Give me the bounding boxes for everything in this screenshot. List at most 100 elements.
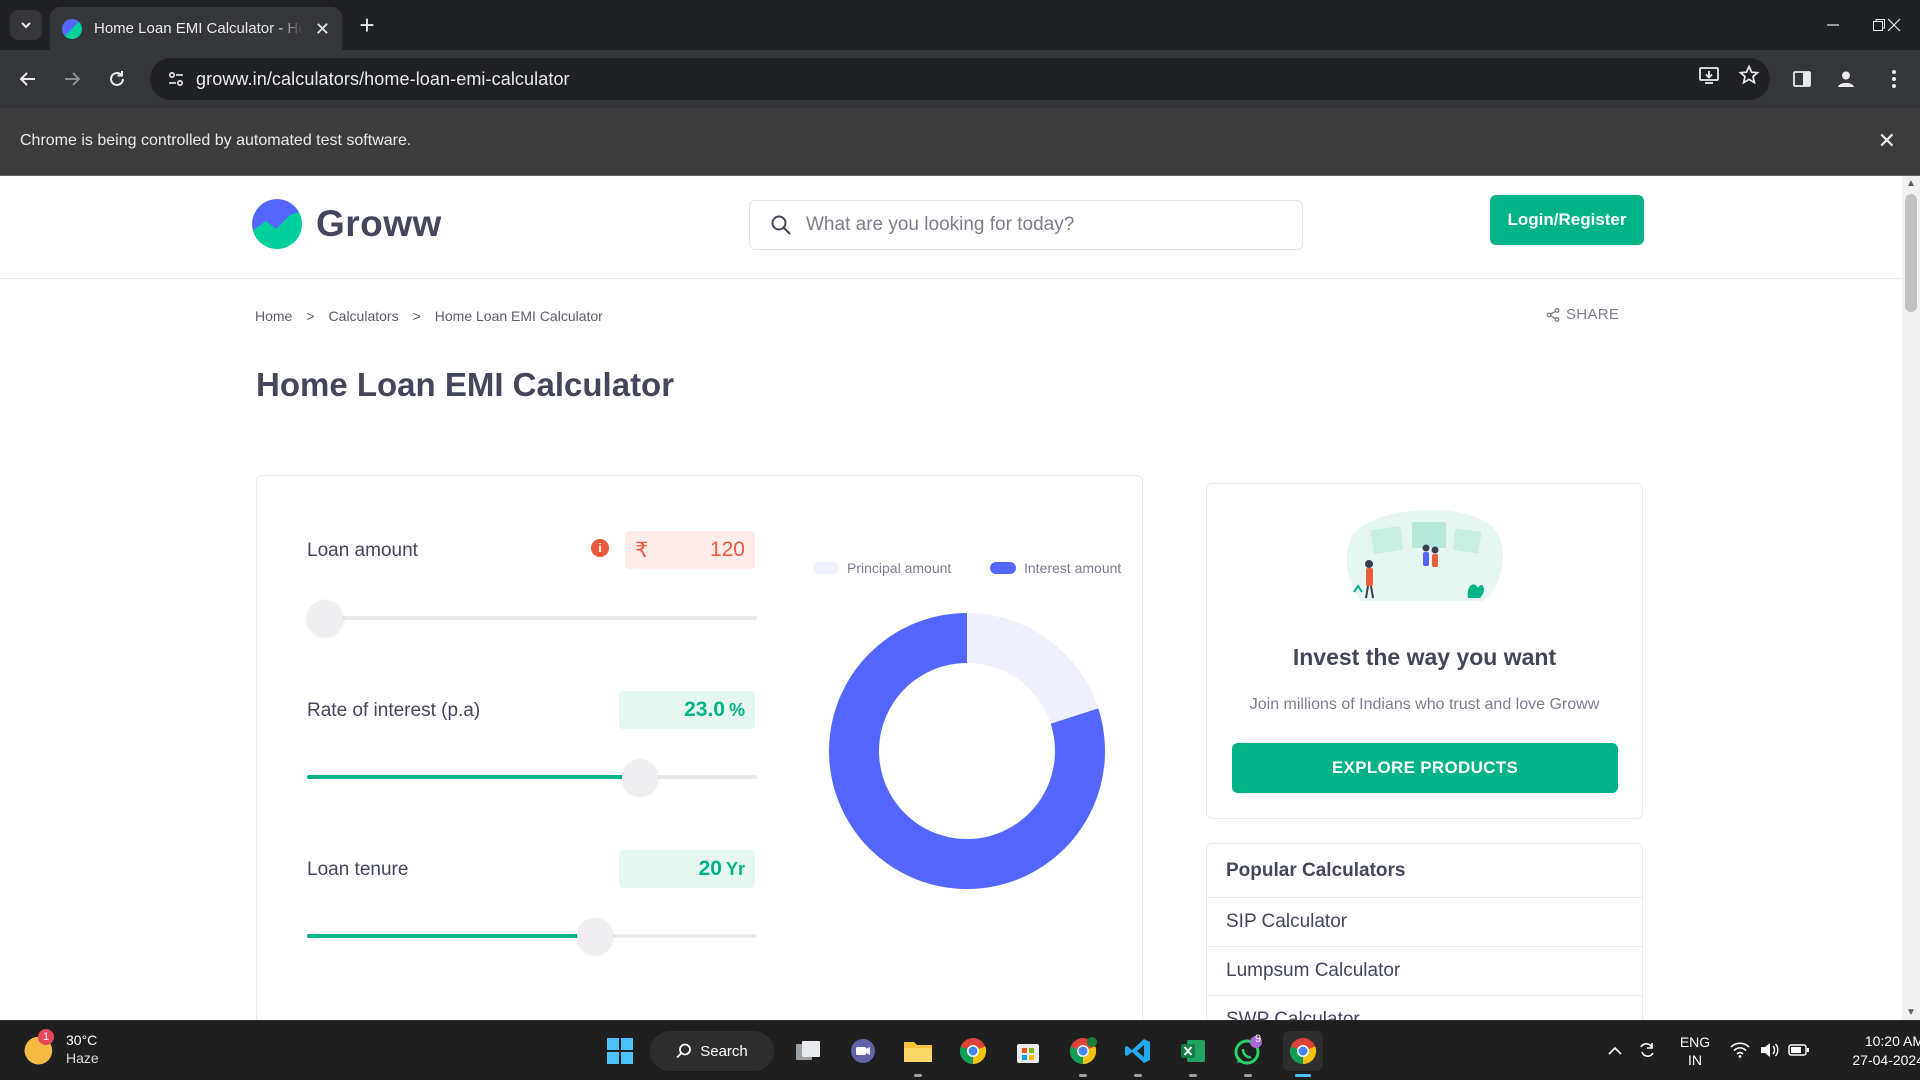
scroll-up-icon[interactable]: ▲ [1906, 178, 1916, 189]
site-info-icon[interactable] [156, 70, 196, 88]
chrome-active-app[interactable] [1283, 1031, 1323, 1077]
battery-icon[interactable] [1784, 1043, 1814, 1060]
tenure-slider[interactable] [307, 918, 757, 954]
reload-icon [110, 71, 124, 86]
taskbar-clock[interactable]: 10:20 AM 27-04-2024 [1814, 1032, 1920, 1070]
folder-icon [904, 1042, 932, 1062]
teams-app[interactable] [843, 1031, 883, 1071]
scroll-down-icon[interactable]: ▼ [1906, 1007, 1916, 1018]
tenure-value: 20 [698, 857, 722, 880]
weather-haze-icon: 1 [24, 1029, 56, 1065]
interest-input[interactable]: 23.0 % [619, 691, 755, 729]
sync-icon[interactable] [1630, 1040, 1664, 1063]
weather-widget[interactable]: 1 30°C Haze [24, 1029, 99, 1067]
file-explorer-app[interactable] [898, 1031, 938, 1077]
logo-text: Groww [316, 203, 442, 244]
groww-favicon-icon [62, 18, 82, 39]
popular-calculators-card: Popular Calculators SIP Calculator Lumps… [1206, 843, 1643, 1020]
side-panel-icon [1793, 71, 1811, 87]
chrome-icon [959, 1038, 987, 1065]
weather-condition: Haze [66, 1050, 99, 1066]
excel-app[interactable] [1173, 1031, 1213, 1077]
tenure-slider-fill [307, 934, 595, 938]
ms-store-app[interactable] [1008, 1031, 1048, 1071]
explore-products-button[interactable]: EXPLORE PRODUCTS [1232, 743, 1618, 793]
interest-label: Rate of interest (p.a) [307, 700, 481, 721]
reload-button[interactable] [101, 63, 133, 95]
back-button[interactable] [12, 63, 44, 95]
address-bar[interactable]: groww.in/calculators/home-loan-emi-calcu… [150, 58, 1770, 100]
running-indicator [1295, 1074, 1311, 1077]
bookmark-star-icon[interactable] [1738, 64, 1760, 92]
login-register-button[interactable]: Login/Register [1490, 195, 1644, 245]
running-indicator [1079, 1074, 1087, 1077]
windows-taskbar: 1 30°C Haze Search 9 ENG IN 10:20 AM 27-… [0, 1020, 1920, 1080]
volume-icon[interactable] [1754, 1042, 1784, 1061]
store-bag-icon [1017, 1044, 1039, 1063]
breadcrumb-calculators[interactable]: Calculators [329, 308, 399, 324]
search-icon [676, 1043, 692, 1059]
popular-item-lumpsum[interactable]: Lumpsum Calculator [1207, 947, 1642, 996]
vscode-app[interactable] [1118, 1031, 1158, 1077]
interest-slider-thumb[interactable] [622, 759, 658, 795]
breadcrumb-current: Home Loan EMI Calculator [434, 308, 603, 324]
infobar-message: Chrome is being controlled by automated … [20, 132, 412, 149]
tenure-slider-thumb[interactable] [577, 918, 613, 954]
tab-search-button[interactable] [10, 10, 42, 40]
side-panel-button[interactable] [1786, 63, 1818, 95]
minimize-icon [1827, 24, 1839, 26]
promo-subtitle: Join millions of Indians who trust and l… [1249, 696, 1600, 713]
breadcrumb-home[interactable]: Home [255, 308, 292, 324]
close-icon [1887, 18, 1901, 32]
legend-interest-swatch [990, 562, 1016, 574]
weather-temperature: 30°C [66, 1032, 98, 1048]
chevron-down-icon [21, 22, 31, 29]
loan-amount-input[interactable]: ₹ 120 [625, 531, 755, 569]
popular-item-sip[interactable]: SIP Calculator [1207, 898, 1642, 947]
interest-slider-fill [307, 775, 640, 779]
lang-top: ENG [1679, 1034, 1711, 1050]
loan-amount-slider[interactable] [307, 600, 757, 636]
tenure-unit: Yr [725, 858, 745, 879]
taskbar-search-button[interactable]: Search [650, 1031, 774, 1071]
browser-tab-active[interactable]: Home Loan EMI Calculator - Home Loan EMI… [50, 7, 342, 50]
search-input[interactable] [806, 214, 1276, 236]
start-button[interactable] [600, 1031, 640, 1071]
site-search[interactable] [749, 200, 1303, 250]
language-indicator[interactable]: ENG IN [1664, 1033, 1726, 1069]
profile-button[interactable] [1830, 63, 1862, 95]
popular-item-swp[interactable]: SWP Calculator [1207, 996, 1642, 1020]
wifi-icon[interactable] [1726, 1041, 1754, 1061]
tenure-input[interactable]: 20 Yr [619, 850, 755, 888]
excel-icon [1181, 1040, 1205, 1062]
groww-logo[interactable]: Groww [252, 199, 442, 249]
infobar-close-icon[interactable]: ✕ [1878, 128, 1896, 154]
taskbar-search-label: Search [700, 1042, 748, 1060]
whatsapp-app[interactable]: 9 [1228, 1031, 1268, 1077]
share-button[interactable]: SHARE [1546, 306, 1619, 323]
tray-overflow-chevron-icon[interactable] [1600, 1043, 1630, 1059]
chrome-profile-app[interactable] [1063, 1031, 1103, 1077]
new-tab-button[interactable]: + [352, 10, 382, 40]
chrome-app[interactable] [953, 1031, 993, 1071]
taskview-button[interactable] [788, 1031, 828, 1071]
page-viewport: Groww Login/Register Home > Calculators … [0, 176, 1920, 1020]
loan-amount-slider-thumb[interactable] [307, 600, 343, 636]
forward-button[interactable] [56, 63, 88, 95]
legend-principal: Principal amount [813, 560, 951, 576]
browser-menu-button[interactable] [1878, 63, 1910, 95]
vscode-icon [1125, 1039, 1150, 1063]
interest-slider[interactable] [307, 759, 757, 795]
minimize-button[interactable] [1810, 8, 1856, 42]
page-scrollbar[interactable]: ▲ ▼ [1902, 176, 1920, 1020]
profile-icon [1838, 71, 1854, 87]
window-close-button[interactable] [1868, 8, 1920, 42]
scrollbar-thumb[interactable] [1905, 194, 1917, 312]
install-app-icon[interactable] [1698, 64, 1720, 92]
tab-close-icon[interactable]: ✕ [315, 20, 330, 38]
error-info-icon[interactable]: i [591, 539, 609, 557]
browser-tabstrip: Home Loan EMI Calculator - Home Loan EMI… [0, 0, 1920, 50]
tenure-label: Loan tenure [307, 859, 409, 880]
popular-calculators-heading: Popular Calculators [1207, 844, 1642, 898]
groww-logo-icon [252, 199, 302, 249]
